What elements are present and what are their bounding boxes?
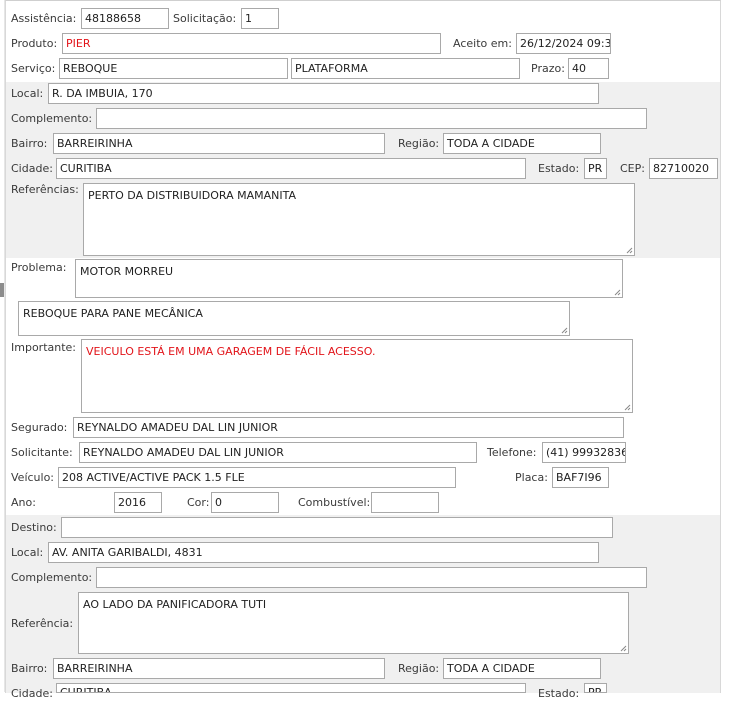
cor-field[interactable]: 0 (211, 492, 279, 513)
regiao-field[interactable]: TODA A CIDADE (443, 133, 601, 154)
destino-label: Destino: (11, 521, 57, 534)
cep-field[interactable]: 82710020 (649, 158, 718, 179)
problema-label: Problema: (11, 261, 67, 274)
solicitante-label: Solicitante: (11, 446, 73, 459)
aceito-em-field[interactable]: 26/12/2024 09:33 (516, 33, 611, 54)
complemento-label: Complemento: (11, 112, 93, 125)
destino-referencia-textarea[interactable]: AO LADO DA PANIFICADORA TUTI (78, 592, 629, 654)
destino-local-field[interactable]: AV. ANITA GARIBALDI, 4831 (48, 542, 599, 563)
destino-field[interactable] (61, 517, 613, 538)
problema-detalhe-textarea[interactable]: REBOQUE PARA PANE MECÂNICA (18, 301, 570, 336)
resize-grip-icon[interactable] (625, 246, 633, 254)
destino-estado-label: Estado: (538, 687, 580, 700)
problema-textarea[interactable]: MOTOR MORREU (75, 259, 623, 298)
cidade-label: Cidade: (11, 162, 53, 175)
ano-field[interactable]: 2016 (114, 492, 162, 513)
placa-field[interactable]: BAF7I96 (552, 467, 609, 488)
side-collapse-handle[interactable] (0, 283, 4, 297)
local-field[interactable]: R. DA IMBUIA, 170 (48, 83, 599, 104)
regiao-label: Região: (398, 137, 440, 150)
prazo-field[interactable]: 40 (568, 58, 609, 79)
problema-detalhe-text: REBOQUE PARA PANE MECÂNICA (23, 307, 203, 320)
destino-referencia-text: AO LADO DA PANIFICADORA TUTI (83, 598, 267, 611)
prazo-label: Prazo: (531, 62, 565, 75)
referencias-text: PERTO DA DISTRIBUIDORA MAMANITA (88, 189, 296, 202)
segurado-label: Segurado: (11, 421, 68, 434)
resize-grip-icon[interactable] (560, 326, 568, 334)
importante-label: Importante: (11, 341, 77, 354)
produto-field[interactable]: PIER (62, 33, 441, 54)
cep-label: CEP: (620, 162, 645, 175)
destino-complemento-label: Complemento: (11, 571, 93, 584)
solicitacao-label: Solicitação: (173, 12, 237, 25)
assistencia-label: Assistência: (11, 12, 77, 25)
cor-label: Cor: (187, 496, 210, 509)
destino-bairro-field[interactable]: BARREIRINHA (53, 658, 385, 679)
resize-grip-icon[interactable] (613, 288, 621, 296)
resize-grip-icon[interactable] (623, 403, 631, 411)
destino-referencia-label: Referência: (11, 617, 74, 630)
servico-tipo-field[interactable]: PLATAFORMA (291, 58, 520, 79)
destino-regiao-label: Região: (398, 662, 440, 675)
estado-field[interactable]: PR (584, 158, 607, 179)
servico-field[interactable]: REBOQUE (59, 58, 288, 79)
produto-label: Produto: (11, 37, 58, 50)
importante-textarea[interactable]: VEICULO ESTÁ EM UMA GARAGEM DE FÁCIL ACE… (81, 339, 633, 413)
placa-label: Placa: (515, 471, 548, 484)
servico-label: Serviço: (11, 62, 56, 75)
destino-complemento-field[interactable] (96, 567, 647, 588)
segurado-field[interactable]: REYNALDO AMADEU DAL LIN JUNIOR (73, 417, 624, 438)
telefone-field[interactable]: (41) 999328363 (542, 442, 626, 463)
veiculo-field[interactable]: 208 ACTIVE/ACTIVE PACK 1.5 FLE (58, 467, 456, 488)
problema-text: MOTOR MORREU (80, 265, 174, 278)
telefone-label: Telefone: (487, 446, 537, 459)
solicitacao-field[interactable]: 1 (241, 8, 279, 29)
importante-text: VEICULO ESTÁ EM UMA GARAGEM DE FÁCIL ACE… (86, 345, 376, 358)
service-order-form: Assistência: 48188658 Solicitação: 1 Pro… (5, 0, 721, 700)
combustivel-label: Combustível: (298, 496, 371, 509)
destino-bairro-label: Bairro: (11, 662, 48, 675)
resize-grip-icon[interactable] (619, 644, 627, 652)
solicitante-field[interactable]: REYNALDO AMADEU DAL LIN JUNIOR (79, 442, 477, 463)
destino-cidade-label: Cidade: (11, 687, 53, 700)
ano-label: Ano: (11, 496, 36, 509)
referencias-textarea[interactable]: PERTO DA DISTRIBUIDORA MAMANITA (83, 183, 635, 256)
veiculo-label: Veículo: (11, 471, 55, 484)
combustivel-field[interactable] (371, 492, 439, 513)
local-label: Local: (11, 87, 44, 100)
destino-local-label: Local: (11, 546, 44, 559)
assistencia-field[interactable]: 48188658 (81, 8, 169, 29)
aceito-em-label: Aceito em: (453, 37, 512, 50)
bairro-field[interactable]: BARREIRINHA (53, 133, 385, 154)
referencias-label: Referências: (11, 183, 79, 196)
complemento-field[interactable] (96, 108, 647, 129)
destino-regiao-field[interactable]: TODA A CIDADE (443, 658, 601, 679)
estado-label: Estado: (538, 162, 580, 175)
cidade-field[interactable]: CURITIBA (56, 158, 526, 179)
bairro-label: Bairro: (11, 137, 48, 150)
